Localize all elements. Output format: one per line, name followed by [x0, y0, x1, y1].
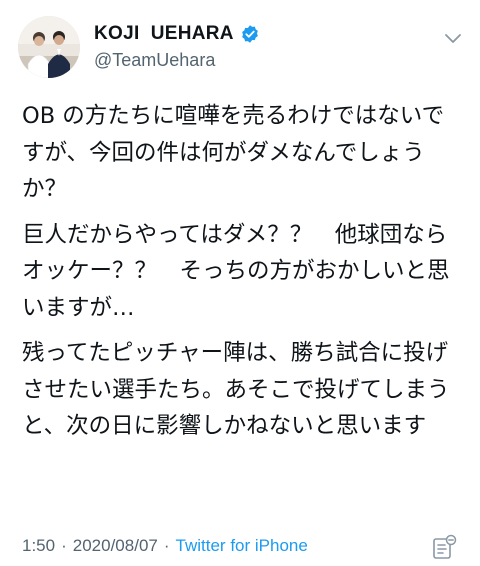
handle[interactable]: @TeamUehara — [94, 50, 260, 71]
tweet-date[interactable]: 2020/08/07 — [73, 536, 158, 556]
tweet-meta: 1:50 · 2020/08/07 · Twitter for iPhone — [22, 536, 308, 556]
tweet-paragraph: 巨人だからやってはダメ？？ 他球団ならオッケー？？ そっちの方がおかしいと思いま… — [22, 221, 450, 321]
tweet: KOJI UEHARA @TeamUehara OB の方たちに喧嘩を売るわけで… — [0, 0, 480, 564]
meta-separator: · — [61, 536, 67, 555]
tweet-source-link[interactable]: Twitter for iPhone — [176, 536, 308, 556]
chevron-down-icon[interactable] — [444, 30, 462, 43]
tweet-paragraph: OB の方たちに喧嘩を売るわけではないですが、今回の件は何がダメなんでしょうか？ — [22, 103, 445, 202]
avatar[interactable] — [18, 16, 80, 78]
verified-badge-icon — [240, 24, 260, 44]
display-name[interactable]: KOJI UEHARA — [94, 23, 234, 45]
author-info: KOJI UEHARA @TeamUehara — [94, 22, 260, 71]
meta-separator: · — [163, 536, 170, 555]
tweet-paragraph: 残ってたピッチャー陣は、勝ち試合に投げさせたい選手たち。あそこで投げてしまうと、… — [22, 340, 450, 439]
avatar-photo — [18, 16, 80, 78]
name-row: KOJI UEHARA — [94, 22, 260, 46]
tweet-analytics-icon[interactable] — [430, 534, 458, 562]
tweet-text: OB の方たちに喧嘩を売るわけではないですが、今回の件は何がダメなんでしょうか？… — [22, 98, 462, 454]
tweet-time[interactable]: 1:50 — [22, 536, 55, 556]
